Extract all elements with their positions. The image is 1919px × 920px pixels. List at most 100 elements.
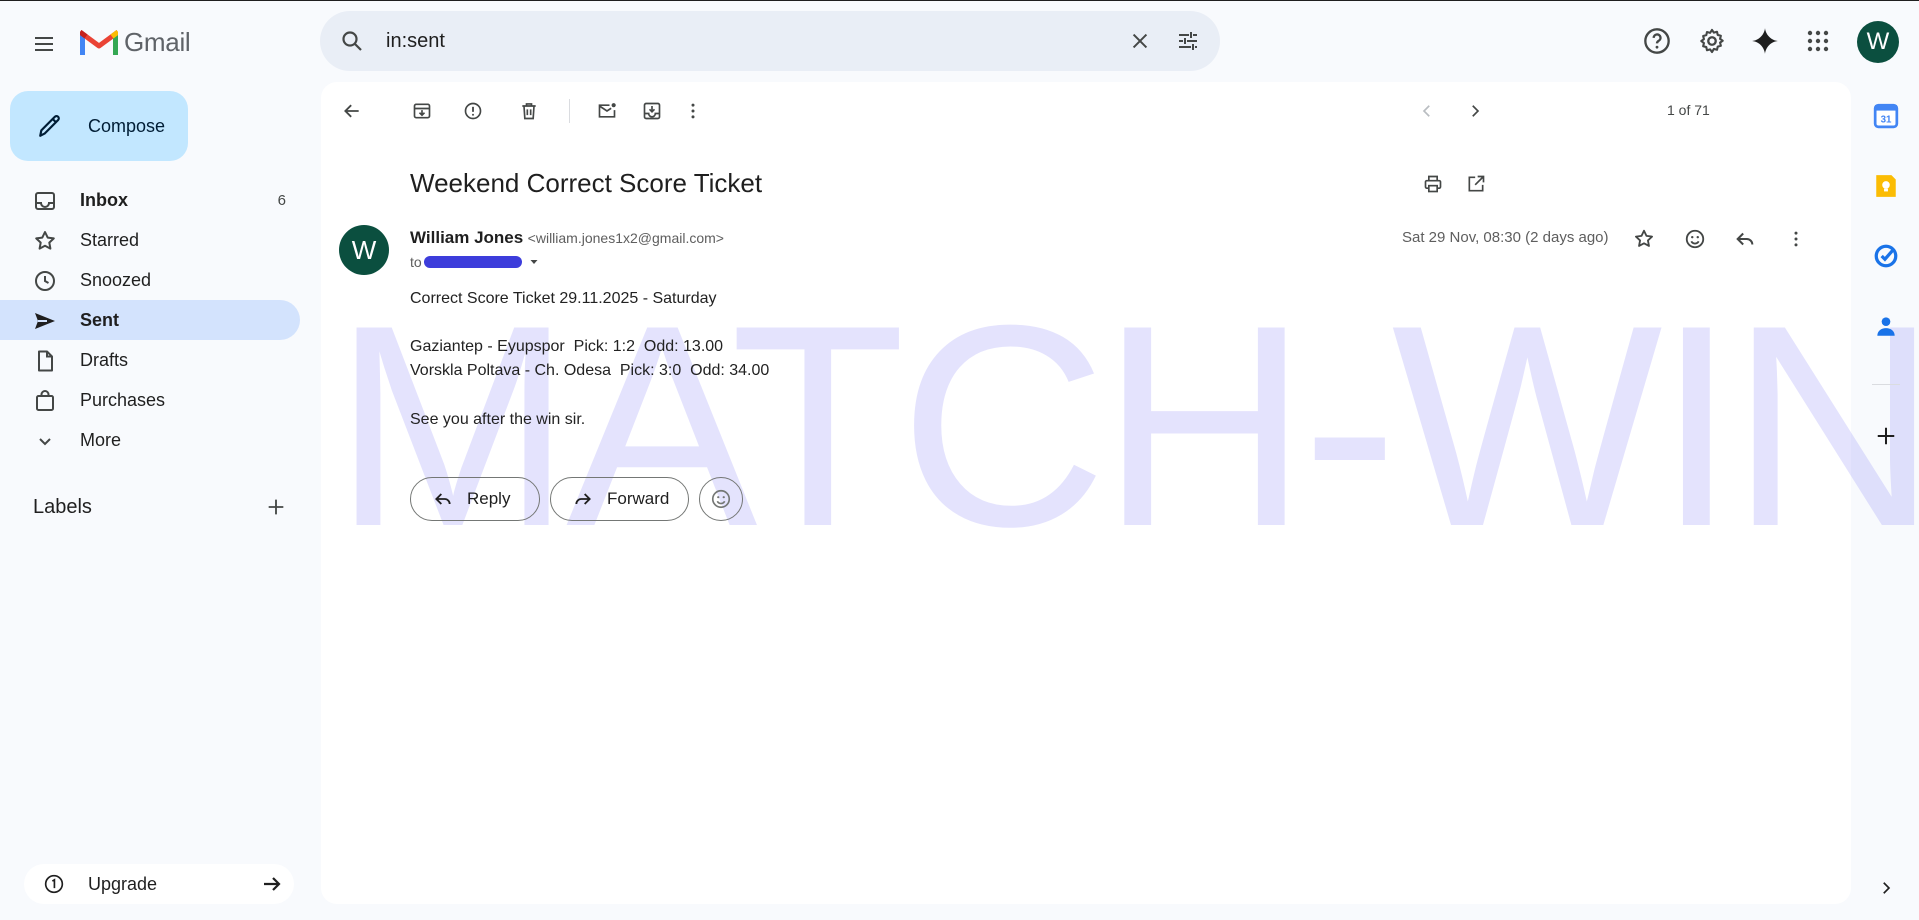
tune-icon — [1179, 32, 1197, 50]
gmail-m-icon — [80, 29, 118, 55]
settings-button[interactable] — [1692, 21, 1732, 61]
newer-button[interactable] — [1409, 93, 1445, 129]
sidebar-item-sent[interactable]: Sent — [0, 300, 300, 340]
unread-count: 6 — [277, 191, 286, 209]
sidebar-item-label: More — [80, 429, 122, 450]
show-side-panel-button[interactable] — [1870, 872, 1902, 904]
back-button[interactable] — [334, 93, 370, 129]
sender-line: William Jones <william.jones1x2@gmail.co… — [410, 228, 724, 248]
print-button[interactable] — [1415, 166, 1451, 202]
print-icon — [1424, 175, 1442, 193]
upgrade-label: Upgrade — [88, 873, 158, 894]
contacts-app-button[interactable] — [1870, 310, 1902, 342]
delete-button[interactable] — [511, 93, 547, 129]
message-more-button[interactable] — [1778, 221, 1814, 257]
chevron-down-icon — [39, 438, 51, 446]
send-icon — [35, 313, 55, 329]
reply-icon-button[interactable] — [1727, 221, 1763, 257]
upgrade-button[interactable]: Upgrade — [24, 864, 294, 904]
sidebar-item-snoozed[interactable]: Snoozed — [0, 260, 300, 300]
gmail-logo[interactable]: Gmail — [80, 22, 191, 62]
archive-button[interactable] — [404, 93, 440, 129]
search-icon — [342, 31, 362, 51]
reply-button[interactable]: Reply — [410, 477, 540, 521]
sender-avatar[interactable]: W — [339, 225, 389, 275]
support-button[interactable] — [1637, 21, 1677, 61]
sidebar-item-more[interactable]: More — [0, 420, 300, 460]
search-input[interactable] — [386, 23, 1066, 59]
sidebar-item-drafts[interactable]: Drafts — [0, 340, 300, 380]
to-label: to — [410, 254, 422, 270]
get-addons-button[interactable] — [1870, 420, 1902, 452]
more-actions-button[interactable] — [675, 93, 711, 129]
sidebar-item-purchases[interactable]: Purchases — [0, 380, 300, 420]
open-new-window-button[interactable] — [1458, 166, 1494, 202]
window-top-border — [0, 0, 1919, 1]
main-menu-button[interactable] — [24, 24, 64, 64]
sidebar-item-label: Inbox — [80, 189, 128, 210]
older-button[interactable] — [1457, 93, 1493, 129]
chevron-right-icon — [1883, 882, 1891, 894]
more-vert-icon — [1794, 231, 1798, 247]
body-line: Vorskla Poltava - Ch. Odesa Pick: 3:0 Od… — [410, 362, 770, 379]
body-line: Gaziantep - Eyupspor Pick: 1:2 Odd: 13.0… — [410, 338, 724, 355]
tasks-app-button[interactable] — [1870, 240, 1902, 272]
compose-button[interactable]: Compose — [10, 91, 188, 161]
search-button[interactable] — [332, 21, 372, 61]
body-line: Correct Score Ticket 29.11.2025 - Saturd… — [410, 290, 717, 307]
sidebar-item-starred[interactable]: Starred — [0, 220, 300, 260]
move-to-inbox-icon — [643, 102, 661, 120]
sidebar-item-label: Sent — [80, 309, 120, 330]
emoji-reaction-button[interactable] — [699, 477, 743, 521]
inbox-icon — [35, 192, 55, 210]
draft-icon — [38, 350, 53, 372]
sidebar-item-label: Drafts — [80, 349, 129, 370]
account-avatar[interactable]: W — [1857, 21, 1899, 63]
sender-email[interactable]: <william.jones1x2@gmail.com> — [528, 230, 724, 246]
sidebar-nav: Inbox 6 Starred Snoozed Sent Drafts Purc… — [0, 180, 300, 460]
arrow-right-icon — [264, 877, 281, 891]
calendar-icon: 31 — [1873, 103, 1899, 129]
message-panel: MATCH-WIN 1 of 71 Weekend Correct Score … — [321, 82, 1919, 904]
sender-name[interactable]: William Jones — [410, 228, 523, 247]
email-date: Sat 29 Nov, 08:30 (2 days ago) — [1402, 229, 1609, 246]
hamburger-icon — [35, 37, 53, 51]
forward-button[interactable]: Forward — [550, 477, 689, 521]
labels-heading: Labels — [33, 496, 92, 518]
search-bar[interactable] — [320, 11, 1220, 71]
rail-divider — [1872, 384, 1900, 385]
chevron-right-icon — [1472, 105, 1480, 117]
recipient-line: to — [410, 254, 540, 270]
star-icon — [35, 231, 55, 250]
trash-icon — [522, 103, 536, 120]
reply-icon — [435, 493, 451, 505]
sidebar-item-label: Snoozed — [80, 269, 152, 290]
calendar-app-button[interactable]: 31 — [1870, 100, 1902, 132]
gemini-button[interactable] — [1745, 21, 1785, 61]
tasks-icon — [1874, 244, 1898, 268]
pencil-icon — [39, 115, 60, 137]
star-button[interactable] — [1626, 221, 1662, 257]
report-spam-button[interactable] — [455, 93, 491, 129]
close-icon — [1132, 33, 1148, 49]
storage-info-icon — [44, 874, 64, 894]
move-to-button[interactable] — [634, 93, 670, 129]
create-label-button[interactable] — [265, 496, 287, 518]
mark-unread-icon — [598, 103, 616, 118]
show-details-icon[interactable] — [528, 256, 540, 268]
forward-label: Forward — [607, 489, 670, 508]
pagination-text: 1 of 71 — [1667, 102, 1710, 118]
clear-search-button[interactable] — [1120, 21, 1160, 61]
search-options-button[interactable] — [1168, 21, 1208, 61]
archive-icon — [413, 103, 431, 119]
keep-app-button[interactable] — [1870, 170, 1902, 202]
add-reaction-button[interactable] — [1677, 221, 1713, 257]
sidebar-item-inbox[interactable]: Inbox 6 — [0, 180, 300, 220]
contacts-icon — [1877, 317, 1895, 336]
sparkle-icon — [1752, 28, 1778, 54]
labels-section: Labels — [33, 496, 293, 522]
sidebar-item-label: Starred — [80, 229, 140, 250]
svg-text:31: 31 — [1881, 115, 1892, 126]
mark-unread-button[interactable] — [589, 93, 625, 129]
apps-button[interactable] — [1798, 21, 1838, 61]
